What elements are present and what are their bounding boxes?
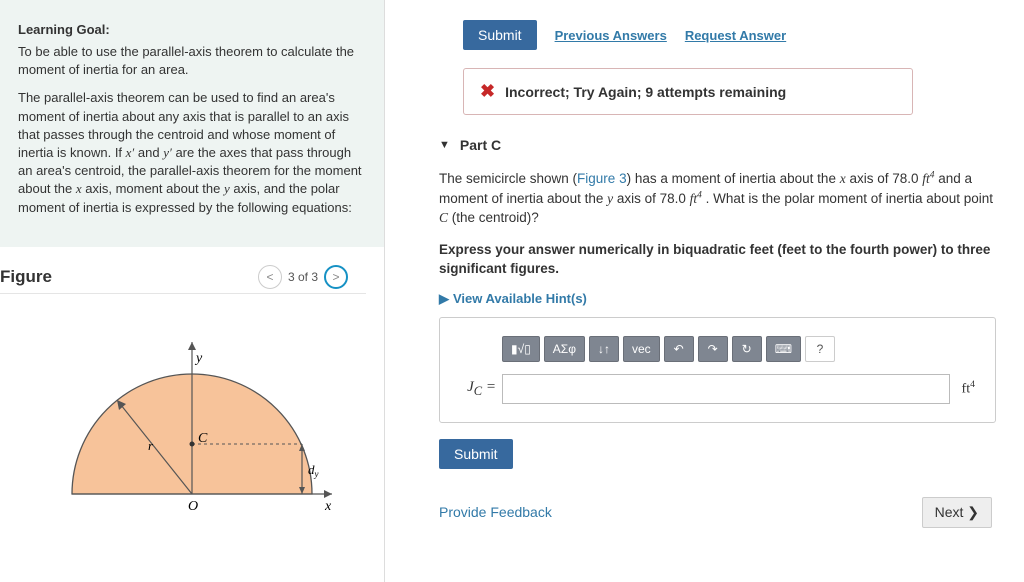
alert-text: Incorrect; Try Again; 9 attempts remaini… bbox=[505, 84, 786, 100]
tool-greek[interactable]: ΑΣφ bbox=[544, 336, 585, 362]
submit-button-top[interactable]: Submit bbox=[463, 20, 537, 50]
svg-text:x: x bbox=[324, 499, 332, 514]
tool-template[interactable]: ▮√▯ bbox=[502, 336, 540, 362]
tool-subsup[interactable]: ↓↑ bbox=[589, 336, 619, 362]
learning-goal-heading: Learning Goal: bbox=[18, 22, 366, 37]
figure-title: Figure bbox=[0, 267, 258, 287]
figure-header: Figure < 3 of 3 > bbox=[0, 255, 366, 294]
figure-page-indicator: 3 of 3 bbox=[288, 270, 318, 284]
answer-input[interactable] bbox=[502, 374, 950, 404]
incorrect-alert: ✖ Incorrect; Try Again; 9 attempts remai… bbox=[463, 68, 913, 115]
part-c-instructions: Express your answer numerically in biqua… bbox=[439, 240, 996, 279]
svg-text:O: O bbox=[188, 499, 198, 514]
figure-3-link[interactable]: Figure 3 bbox=[577, 171, 627, 186]
part-c-question: The semicircle shown (Figure 3) has a mo… bbox=[439, 169, 996, 228]
request-answer-link[interactable]: Request Answer bbox=[685, 28, 786, 43]
learning-goal-p2: The parallel-axis theorem can be used to… bbox=[18, 89, 366, 216]
svg-text:dy: dy bbox=[308, 462, 319, 479]
x-icon: ✖ bbox=[480, 81, 495, 102]
tool-redo[interactable]: ↷ bbox=[698, 336, 728, 362]
answer-unit: ft4 bbox=[956, 379, 981, 398]
part-c-header[interactable]: ▼ Part C bbox=[439, 137, 996, 153]
submit-button-partc[interactable]: Submit bbox=[439, 439, 513, 469]
next-button[interactable]: Next ❯ bbox=[922, 497, 992, 528]
svg-text:C: C bbox=[198, 431, 208, 446]
caret-down-icon: ▼ bbox=[439, 139, 450, 151]
svg-text:y: y bbox=[194, 351, 203, 366]
figure-image: y x r C O dy bbox=[30, 324, 354, 534]
previous-answers-link[interactable]: Previous Answers bbox=[555, 28, 667, 43]
caret-right-icon: ▶ bbox=[439, 291, 449, 307]
tool-keyboard[interactable]: ⌨ bbox=[766, 336, 801, 362]
tool-help[interactable]: ? bbox=[805, 336, 835, 362]
answer-lhs: JC = bbox=[454, 379, 496, 399]
tool-vec[interactable]: vec bbox=[623, 336, 660, 362]
tool-reset[interactable]: ↻ bbox=[732, 336, 762, 362]
equation-toolbar: ▮√▯ ΑΣφ ↓↑ vec ↶ ↷ ↻ ⌨ ? bbox=[502, 336, 981, 362]
figure-next-button[interactable]: > bbox=[324, 265, 348, 289]
figure-pager: < 3 of 3 > bbox=[258, 265, 348, 289]
part-c-title: Part C bbox=[460, 137, 501, 153]
figure-prev-button[interactable]: < bbox=[258, 265, 282, 289]
learning-goal-box: Learning Goal: To be able to use the par… bbox=[0, 0, 384, 247]
answer-box: ▮√▯ ΑΣφ ↓↑ vec ↶ ↷ ↻ ⌨ ? JC = ft4 bbox=[439, 317, 996, 423]
provide-feedback-link[interactable]: Provide Feedback bbox=[439, 504, 552, 520]
learning-goal-p1: To be able to use the parallel-axis theo… bbox=[18, 43, 366, 79]
tool-undo[interactable]: ↶ bbox=[664, 336, 694, 362]
view-hints-link[interactable]: ▶ View Available Hint(s) bbox=[439, 291, 587, 307]
